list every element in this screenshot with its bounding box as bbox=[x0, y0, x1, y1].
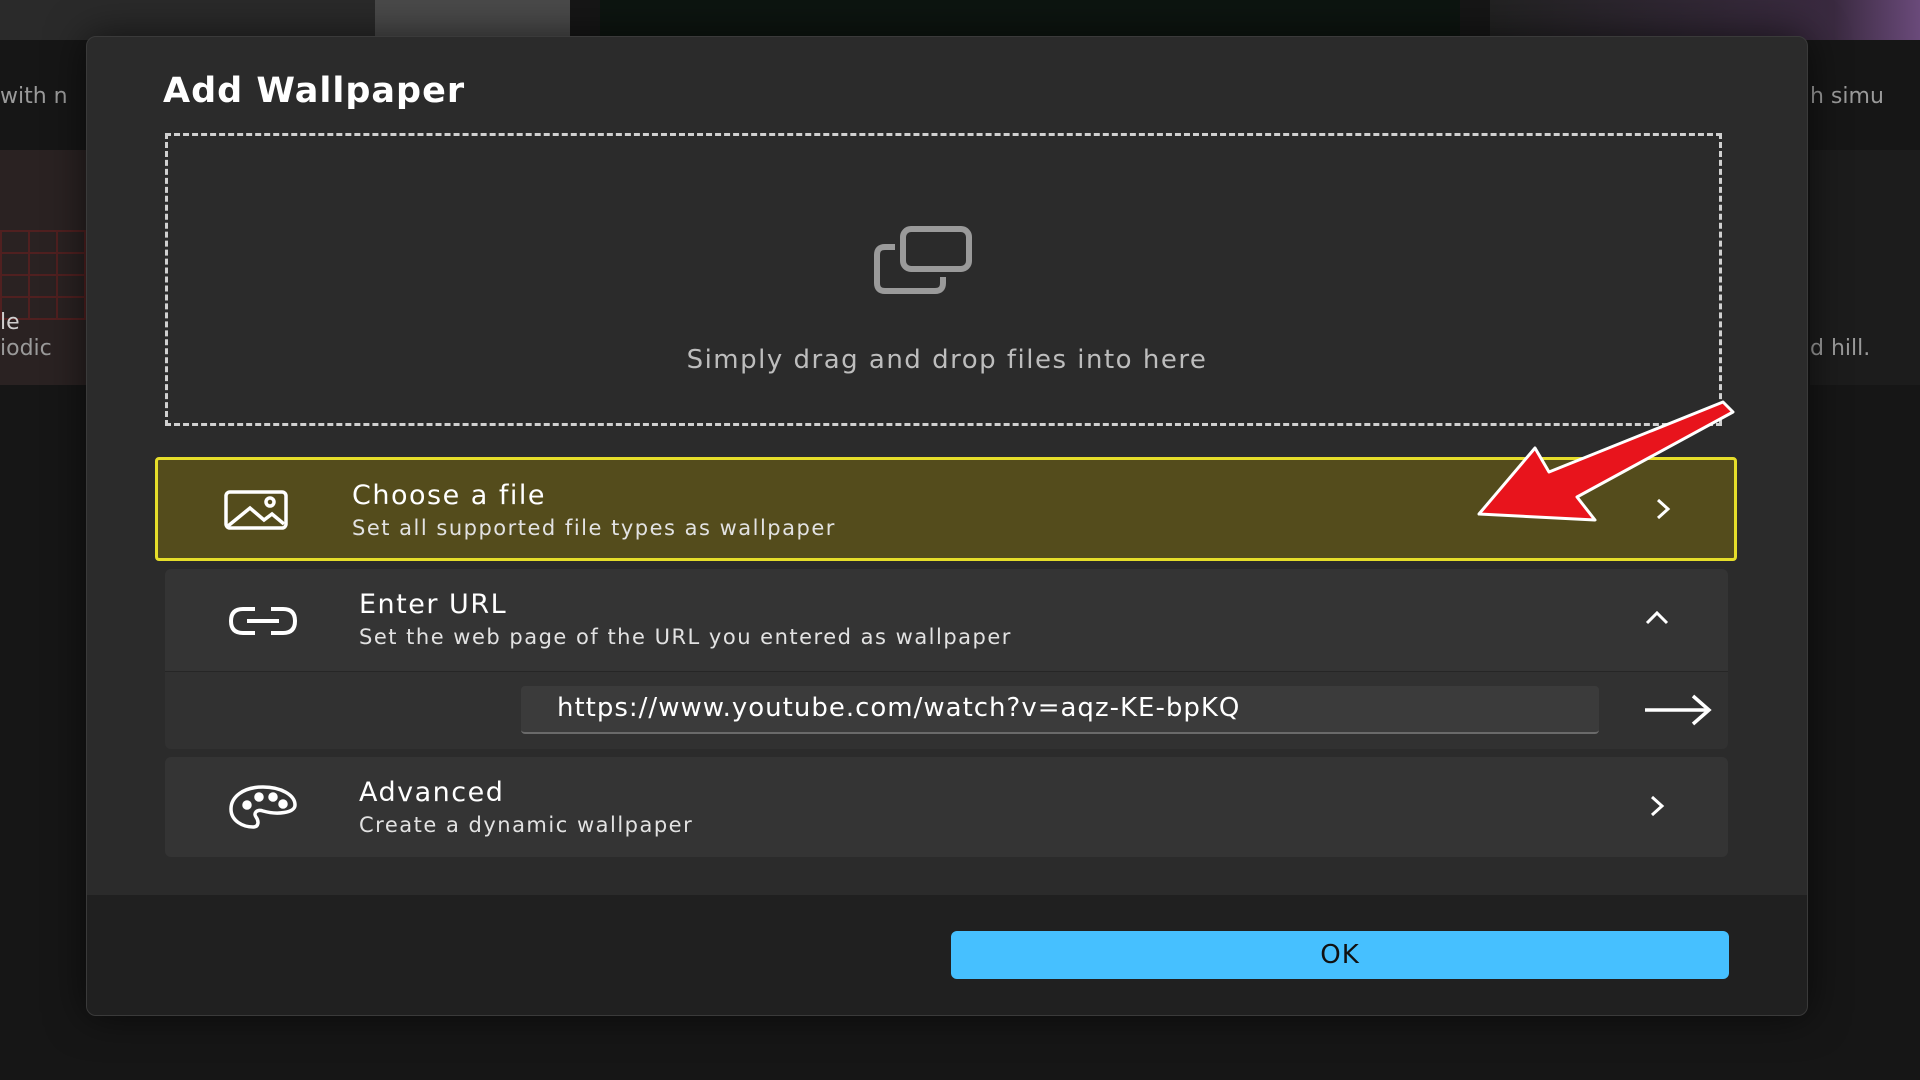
enter-url-header[interactable]: Enter URL Set the web page of the URL yo… bbox=[165, 569, 1728, 671]
choose-file-subtitle: Set all supported file types as wallpape… bbox=[352, 516, 836, 540]
drop-zone-text: Simply drag and drop files into here bbox=[686, 345, 1208, 375]
dialog-title: Add Wallpaper bbox=[163, 71, 466, 111]
background-tile bbox=[600, 0, 1460, 40]
advanced-button[interactable]: Advanced Create a dynamic wallpaper bbox=[165, 757, 1728, 857]
background-caption: h simu bbox=[1810, 84, 1884, 109]
background-caption: le bbox=[0, 310, 20, 335]
add-wallpaper-dialog: Add Wallpaper Simply drag and drop files… bbox=[86, 36, 1808, 1016]
url-input[interactable]: https://www.youtube.com/watch?v=aqz-KE-b… bbox=[521, 686, 1599, 734]
enter-url-subtitle: Set the web page of the URL you entered … bbox=[359, 625, 1012, 649]
background-tile bbox=[1490, 0, 1920, 40]
background-tile bbox=[375, 0, 570, 40]
palette-icon bbox=[227, 783, 299, 831]
chevron-up-icon[interactable] bbox=[1644, 605, 1670, 631]
arrow-right-icon[interactable] bbox=[1643, 692, 1715, 728]
choose-file-title: Choose a file bbox=[352, 480, 547, 511]
background-tile bbox=[0, 0, 375, 40]
advanced-title: Advanced bbox=[359, 777, 505, 808]
red-arrow-annotation bbox=[1457, 392, 1737, 527]
chevron-right-icon bbox=[1644, 793, 1670, 819]
background-caption: iodic bbox=[0, 336, 52, 361]
image-icon bbox=[220, 486, 292, 534]
background-caption: with n bbox=[0, 84, 68, 109]
advanced-subtitle: Create a dynamic wallpaper bbox=[359, 813, 694, 837]
ok-button[interactable]: OK bbox=[951, 931, 1729, 979]
enter-url-title: Enter URL bbox=[359, 589, 508, 620]
background-caption: d hill. bbox=[1810, 336, 1871, 361]
url-input-row: https://www.youtube.com/watch?v=aqz-KE-b… bbox=[165, 671, 1728, 749]
link-icon bbox=[227, 597, 299, 645]
background-tile-keyboard bbox=[0, 230, 90, 320]
copy-icon bbox=[873, 225, 973, 295]
